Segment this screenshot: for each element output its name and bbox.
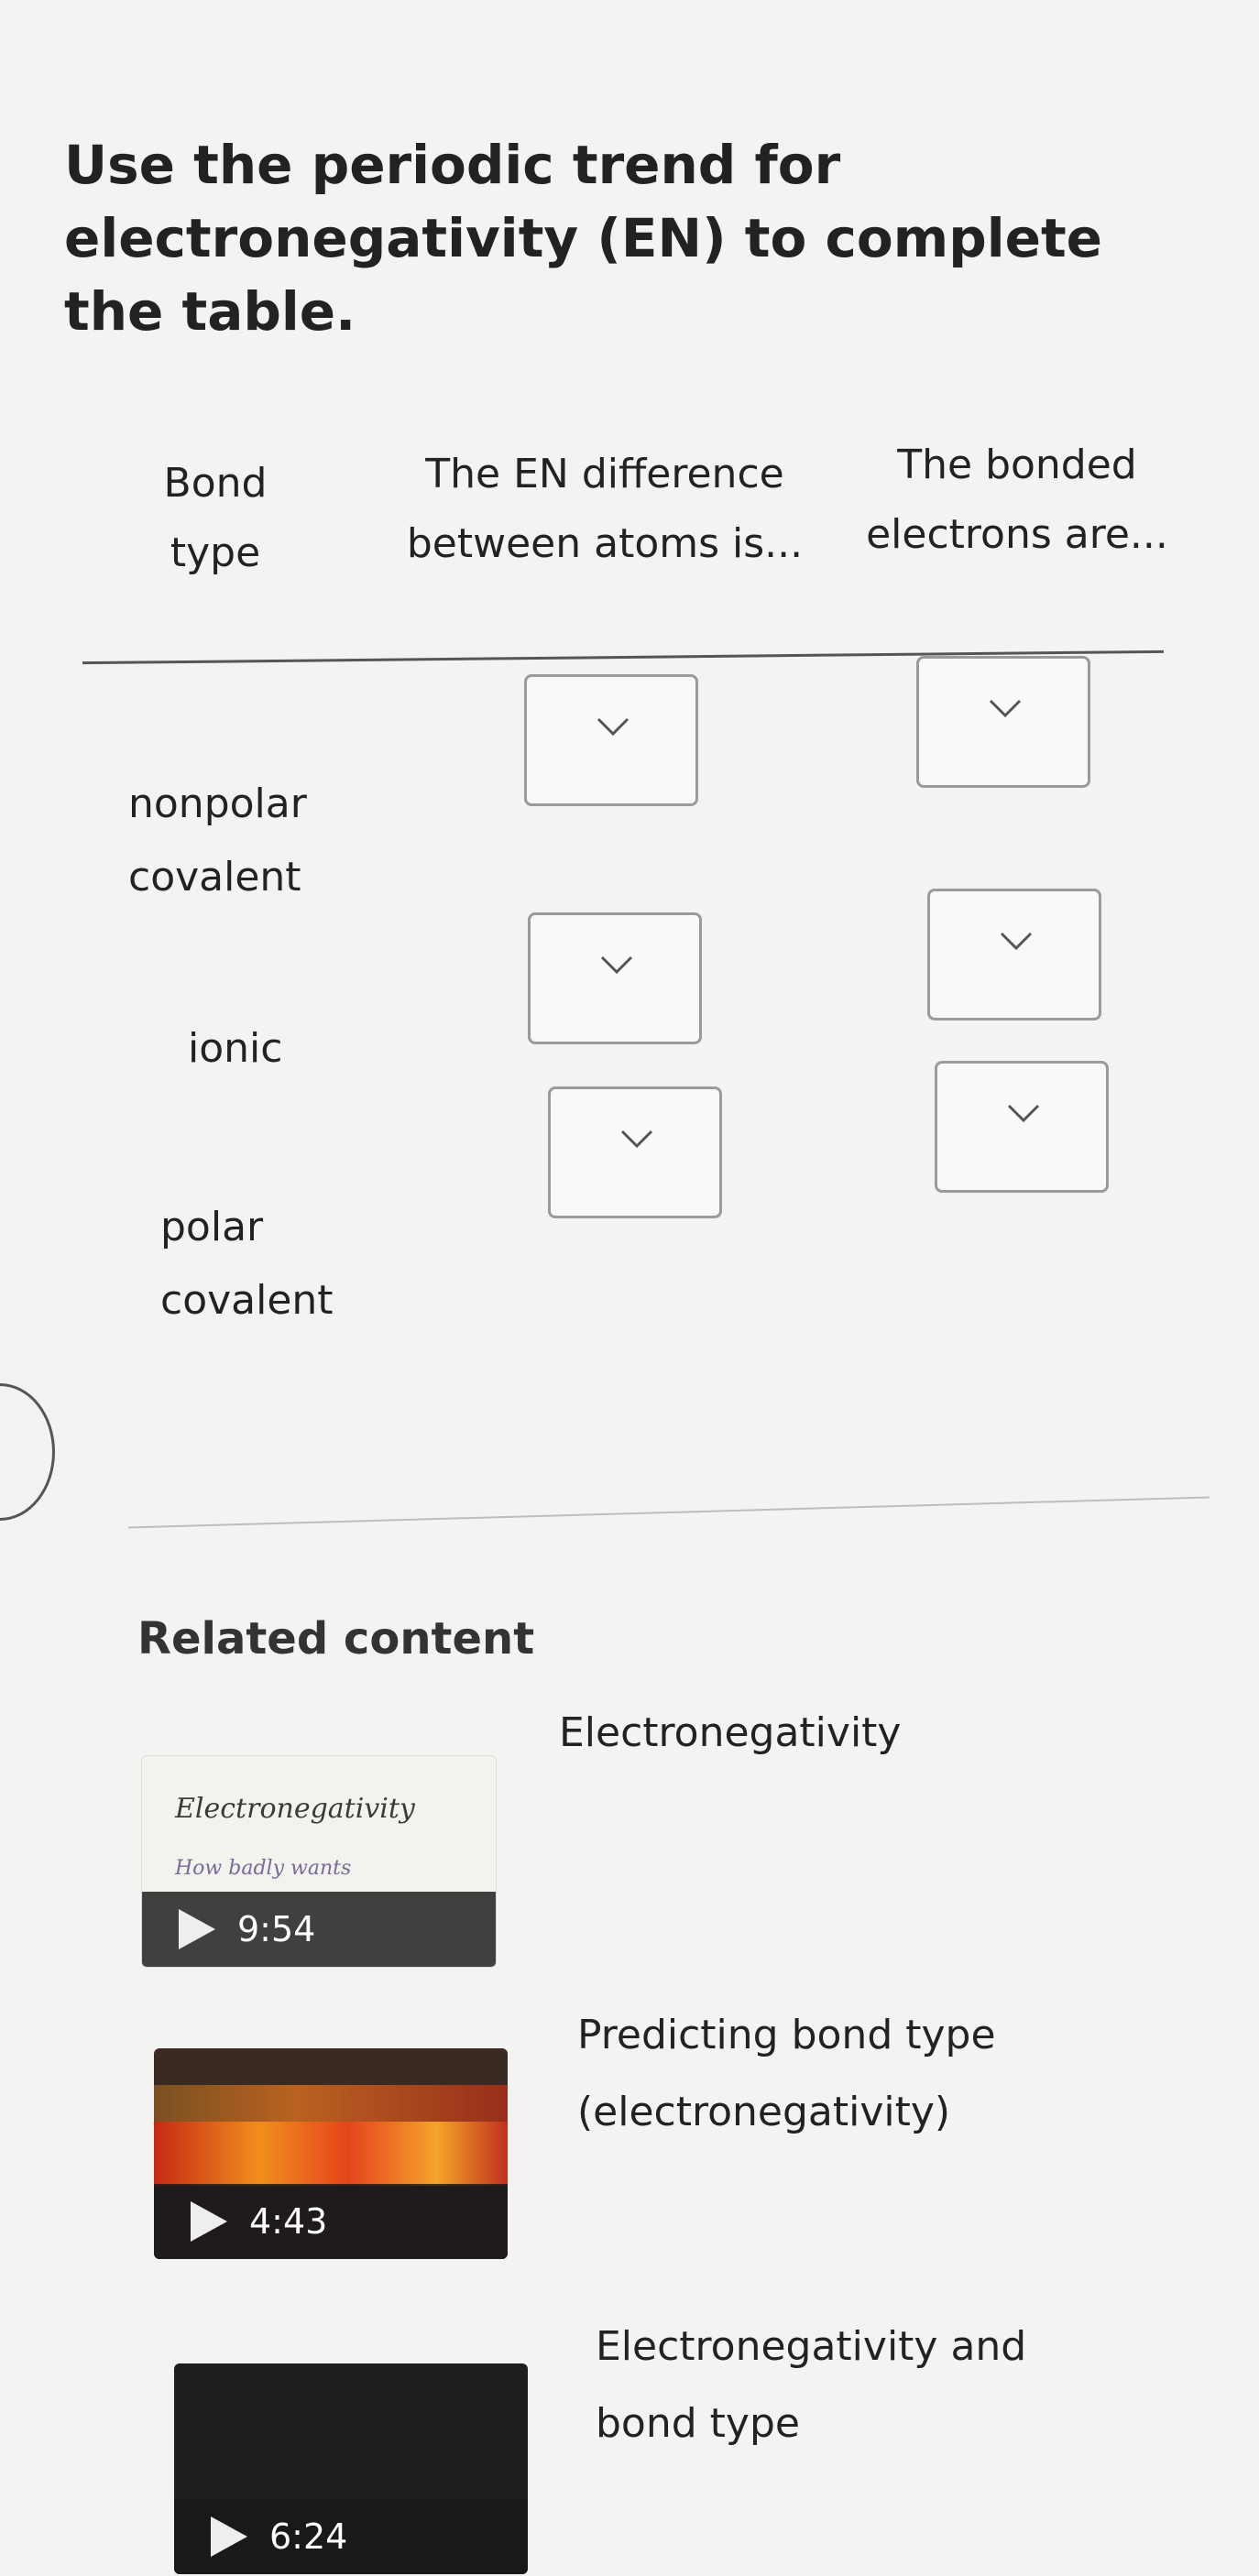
chevron-down-icon	[600, 955, 633, 974]
thumbnail-image	[154, 2122, 508, 2186]
thumbnail-handwriting: How badly wants	[175, 1857, 352, 1880]
dropdown-nonpolar-en-difference[interactable]	[524, 674, 698, 806]
video-title-link[interactable]: Electronegativity and bond type	[596, 2309, 1109, 2462]
header-bonded-electrons: The bonded electrons are...	[866, 442, 1168, 558]
dropdown-ionic-electrons[interactable]	[927, 889, 1101, 1021]
chevron-down-icon	[620, 1130, 653, 1148]
video-thumbnail-electronegativity[interactable]: Electronegativity How badly wants 9:54	[141, 1755, 497, 1968]
play-icon	[179, 1909, 215, 1949]
dropdown-nonpolar-electrons[interactable]	[916, 656, 1090, 788]
duration-bar: 4:43	[154, 2184, 508, 2259]
play-icon	[211, 2516, 247, 2557]
video-title-link[interactable]: Predicting bond type (electronegativity)	[577, 1997, 1090, 2151]
play-icon	[191, 2201, 227, 2242]
video-duration: 4:43	[249, 2201, 328, 2242]
chevron-down-icon	[1007, 1104, 1040, 1122]
row-label-ionic: ionic	[188, 1025, 283, 1072]
chevron-down-icon	[597, 717, 630, 736]
dropdown-ionic-en-difference[interactable]	[528, 912, 702, 1044]
row-label-nonpolar-covalent: nonpolar covalent	[128, 780, 307, 901]
related-content-heading: Related content	[137, 1613, 535, 1665]
video-title-link[interactable]: Electronegativity	[559, 1695, 1072, 1772]
dropdown-polar-electrons[interactable]	[935, 1061, 1109, 1193]
duration-bar: 6:24	[174, 2499, 528, 2574]
section-divider	[128, 1496, 1210, 1529]
video-thumbnail-electronegativity-bond-type[interactable]: 6:24	[174, 2363, 528, 2574]
radio-button-partial[interactable]	[0, 1383, 55, 1521]
thumbnail-image	[154, 2085, 508, 2122]
chevron-down-icon	[989, 699, 1022, 717]
video-thumbnail-predicting-bond-type[interactable]: 4:43	[154, 2048, 508, 2259]
chevron-down-icon	[1000, 932, 1033, 950]
duration-bar: 9:54	[142, 1892, 496, 1967]
question-text: Use the periodic trend for electronegati…	[64, 134, 1103, 343]
row-label-polar-covalent: polar covalent	[160, 1204, 334, 1324]
video-duration: 6:24	[269, 2516, 348, 2557]
header-bond-type: Bond type	[163, 460, 268, 576]
page: Use the periodic trend for electronegati…	[0, 0, 1259, 2576]
thumbnail-handwriting: Electronegativity	[175, 1793, 415, 1825]
dropdown-polar-en-difference[interactable]	[548, 1086, 722, 1218]
header-en-difference: The EN difference between atoms is...	[406, 451, 804, 567]
video-duration: 9:54	[237, 1909, 316, 1949]
